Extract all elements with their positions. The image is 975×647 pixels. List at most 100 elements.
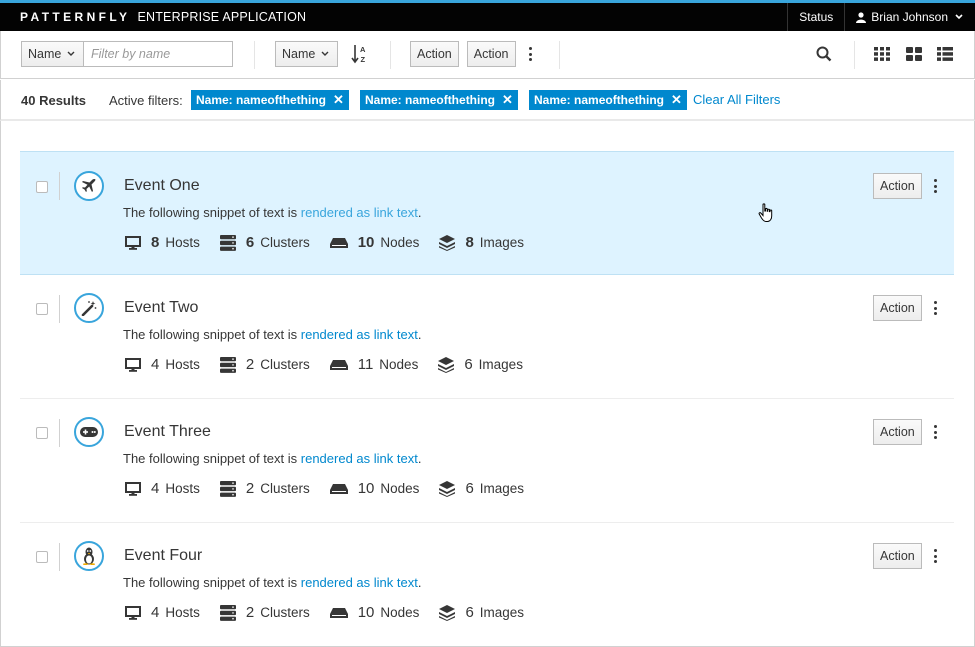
chevron-down-icon (955, 14, 963, 20)
clusters-stat: 2 Clusters (219, 480, 310, 497)
action-button-1[interactable]: Action (410, 41, 459, 67)
images-stat: 8 Images (439, 234, 524, 251)
status-label: Status (799, 10, 834, 24)
chevron-down-icon (321, 51, 329, 56)
close-icon[interactable]: ✕ (333, 92, 344, 108)
clusters-label: Clusters (260, 235, 310, 250)
snippet-link[interactable]: rendered as link text (301, 327, 418, 342)
close-icon[interactable]: ✕ (502, 92, 513, 108)
results-count: 40 Results (21, 93, 87, 108)
clusters-label: Clusters (260, 481, 310, 496)
clusters-count: 6 (245, 234, 255, 251)
hosts-count: 4 (151, 480, 160, 497)
toolbar-divider (854, 41, 855, 69)
large-grid-icon[interactable] (906, 47, 922, 61)
cluster-icon (219, 604, 236, 621)
row-divider (59, 295, 60, 323)
toolbar-divider (390, 41, 391, 69)
user-icon (856, 11, 867, 23)
desktop-icon (125, 605, 141, 620)
magic-wand-icon (74, 293, 104, 323)
nodes-count: 10 (357, 604, 375, 621)
sort-alpha-icon[interactable]: A Z (351, 44, 369, 64)
kebab-icon[interactable] (931, 295, 939, 321)
filter-field-dropdown[interactable]: Name (21, 41, 84, 67)
row-title[interactable]: Event One (124, 177, 200, 195)
snippet-suffix: . (417, 575, 422, 590)
row-checkbox[interactable] (36, 181, 48, 193)
plane-icon (74, 171, 104, 201)
nodes-count: 10 (357, 480, 375, 497)
row-action-button[interactable]: Action (873, 419, 922, 445)
hosts-count: 4 (151, 356, 160, 373)
linux-icon (74, 541, 104, 571)
snippet-suffix: . (417, 327, 422, 342)
nodes-label: Nodes (379, 357, 419, 372)
list-item[interactable]: Event Four The following snippet of text… (20, 523, 954, 647)
brand[interactable]: PATTERNFLY ENTERPRISE APPLICATION (20, 10, 306, 24)
desktop-icon (125, 481, 141, 496)
hosts-label: Hosts (165, 357, 200, 372)
clusters-label: Clusters (260, 357, 310, 372)
row-title[interactable]: Event Four (124, 547, 202, 565)
filter-chip: Name: nameofthething ✕ (191, 90, 349, 110)
image-layers-icon (439, 480, 456, 497)
image-layers-icon (438, 356, 455, 373)
filter-input[interactable]: Filter by name (84, 41, 233, 67)
row-description: The following snippet of text is rendere… (123, 575, 421, 590)
svg-text:Z: Z (361, 55, 366, 64)
row-checkbox[interactable] (36, 303, 48, 315)
snippet-suffix: . (417, 205, 422, 220)
list-view-icon[interactable] (937, 47, 953, 61)
small-grid-icon[interactable] (874, 47, 890, 61)
row-title[interactable]: Event Two (124, 299, 198, 317)
clusters-stat: 6 Clusters (219, 234, 310, 251)
list-item[interactable]: Event One The following snippet of text … (20, 151, 954, 275)
snippet-link[interactable]: rendered as link text (301, 451, 418, 466)
snippet-text: The following snippet of text is (123, 451, 301, 466)
clusters-label: Clusters (260, 605, 310, 620)
close-icon[interactable]: ✕ (671, 92, 682, 108)
action-button-2[interactable]: Action (466, 41, 516, 67)
snippet-text: The following snippet of text is (123, 575, 301, 590)
list-item[interactable]: Event Three The following snippet of tex… (20, 399, 954, 523)
brand-app-name: ENTERPRISE APPLICATION (137, 10, 307, 24)
images-stat: 6 Images (439, 480, 524, 497)
sort-field-dropdown[interactable]: Name (275, 41, 338, 67)
row-action-button[interactable]: Action (873, 295, 922, 321)
row-stats: 4 Hosts 2 Clusters 11 Nodes 6 Images (125, 356, 543, 373)
row-action-button[interactable]: Action (873, 173, 922, 199)
kebab-icon[interactable] (931, 543, 939, 569)
node-icon (329, 237, 348, 248)
status-menu[interactable]: Status (787, 3, 844, 31)
row-description: The following snippet of text is rendere… (123, 327, 421, 342)
row-checkbox[interactable] (36, 551, 48, 563)
hosts-label: Hosts (165, 605, 200, 620)
filter-chip-label: Name: nameofthething (196, 93, 327, 107)
kebab-icon[interactable] (931, 419, 939, 445)
hand-cursor-icon (758, 203, 773, 222)
hosts-count: 8 (151, 234, 160, 251)
clusters-count: 2 (245, 480, 255, 497)
row-action-button[interactable]: Action (873, 543, 922, 569)
row-title[interactable]: Event Three (124, 423, 211, 441)
image-layers-icon (439, 234, 456, 251)
row-stats: 8 Hosts 6 Clusters 10 Nodes 8 Images (125, 234, 544, 251)
snippet-text: The following snippet of text is (123, 327, 301, 342)
nodes-label: Nodes (380, 481, 420, 496)
search-icon[interactable] (816, 46, 832, 62)
image-layers-icon (439, 604, 456, 621)
user-menu[interactable]: Brian Johnson (844, 3, 975, 31)
kebab-icon[interactable] (931, 173, 939, 199)
row-checkbox[interactable] (36, 427, 48, 439)
clear-all-filters-link[interactable]: Clear All Filters (693, 92, 780, 107)
images-count: 6 (464, 356, 473, 373)
row-description: The following snippet of text is rendere… (123, 205, 421, 220)
snippet-link[interactable]: rendered as link text (301, 575, 418, 590)
svg-text:A: A (360, 45, 366, 54)
images-count: 6 (465, 480, 474, 497)
list-item[interactable]: Event Two The following snippet of text … (20, 275, 954, 399)
snippet-link[interactable]: rendered as link text (301, 205, 418, 220)
snippet-suffix: . (417, 451, 422, 466)
kebab-icon[interactable] (527, 41, 535, 67)
